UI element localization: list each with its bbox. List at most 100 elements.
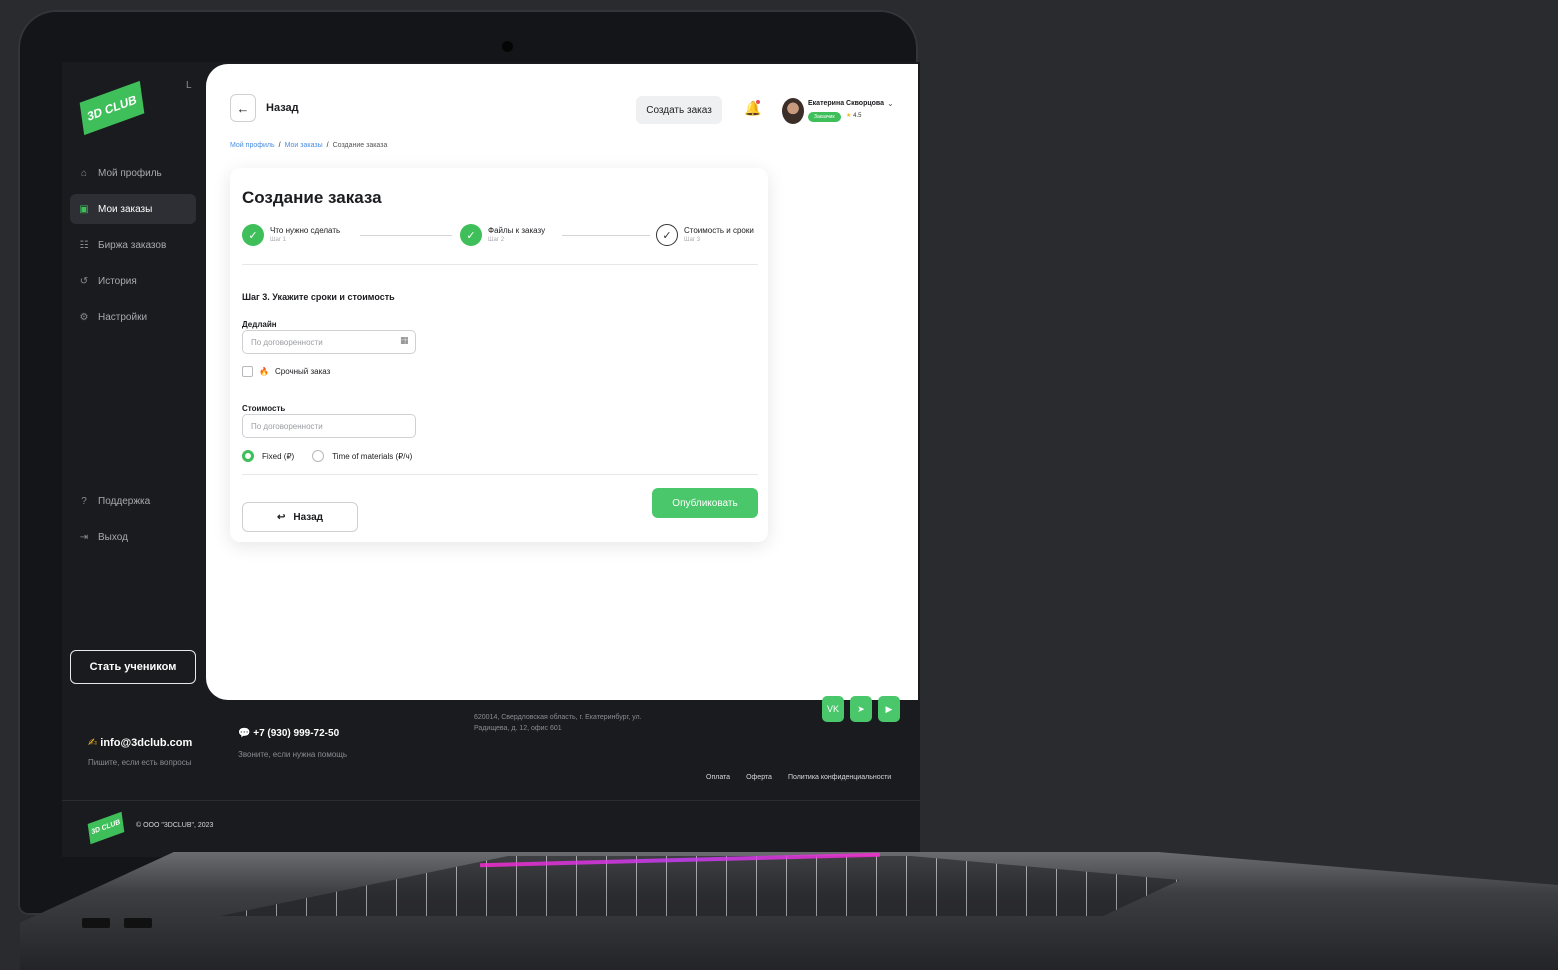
step-connector xyxy=(562,235,650,236)
telegram-icon[interactable]: ➤ xyxy=(850,696,872,722)
deadline-input[interactable] xyxy=(242,330,416,354)
sidebar-item-label: Настройки xyxy=(98,311,148,323)
footer-phone[interactable]: 💬 +7 (930) 999-72-50 xyxy=(238,728,339,739)
time-materials-label[interactable]: Time of materials (₽/ч) xyxy=(332,452,412,461)
avatar[interactable] xyxy=(782,98,804,124)
divider xyxy=(242,474,758,475)
time-materials-radio[interactable] xyxy=(312,450,325,462)
sidebar: 3D CLUB L ⌂ Мой профиль ▣ Мои заказы ☷ Б… xyxy=(62,62,202,702)
history-icon: ↺ xyxy=(79,275,89,287)
logo[interactable]: 3D CLUB xyxy=(79,80,145,136)
urgent-checkbox[interactable] xyxy=(242,366,253,377)
sidebar-item-logout[interactable]: ⇥ Выход xyxy=(70,522,196,552)
step-1: ✓ Что нужно сделать Шаг 1 xyxy=(242,224,340,246)
breadcrumb-item-orders[interactable]: Мои заказы xyxy=(285,142,323,149)
sidebar-item-label: Мой профиль xyxy=(98,167,162,179)
footer-link-offer[interactable]: Оферта xyxy=(746,774,772,781)
cost-input[interactable] xyxy=(242,414,416,438)
rating-value: 4.5 xyxy=(853,113,862,119)
sidebar-item-orders[interactable]: ▣ Мои заказы xyxy=(70,194,196,224)
hand-icon: ✍ xyxy=(88,737,98,749)
vk-icon[interactable]: VK xyxy=(822,696,844,722)
calendar-icon[interactable]: ▦ xyxy=(400,335,409,346)
home-icon: ⌂ xyxy=(80,167,88,179)
order-form-card: Создание заказа ✓ Что нужно сделать Шаг … xyxy=(230,168,768,542)
page-title: Создание заказа xyxy=(242,188,382,207)
exchange-icon: ☷ xyxy=(79,239,89,251)
laptop-lid: 3D CLUB L ⌂ Мой профиль ▣ Мои заказы ☷ Б… xyxy=(18,10,920,915)
sidebar-item-label: Биржа заказов xyxy=(98,239,167,251)
sidebar-item-exchange[interactable]: ☷ Биржа заказов xyxy=(70,230,196,260)
usb-port xyxy=(82,918,110,928)
user-name[interactable]: Екатерина Скворцова xyxy=(808,100,884,107)
footer-email-sub: Пишите, если есть вопросы xyxy=(88,758,192,767)
step-label: Что нужно сделать xyxy=(270,226,341,235)
orders-icon: ▣ xyxy=(79,203,89,215)
return-arrow-icon: ↩ xyxy=(276,511,286,523)
sidebar-item-profile[interactable]: ⌂ Мой профиль xyxy=(70,158,196,188)
publish-button[interactable]: Опубликовать xyxy=(652,488,758,518)
sidebar-item-label: История xyxy=(98,275,137,287)
chevron-down-icon[interactable]: ⌄ xyxy=(887,99,894,108)
footer-email-text[interactable]: info@3dclub.com xyxy=(100,737,192,749)
sidebar-item-label: Поддержка xyxy=(98,495,151,507)
header-back-label: Назад xyxy=(266,102,299,114)
footer-link-payment[interactable]: Оплата xyxy=(706,774,730,781)
footer-link-privacy[interactable]: Политика конфиденциальности xyxy=(788,774,891,781)
back-button-label: Назад xyxy=(293,511,324,523)
arrow-left-icon[interactable]: ← xyxy=(230,94,256,122)
star-icon: ★ xyxy=(846,113,852,119)
notification-dot xyxy=(756,100,760,104)
create-order-button[interactable]: Создать заказ xyxy=(636,96,722,124)
breadcrumb-item-current: Создание заказа xyxy=(332,142,388,149)
step-label: Стоимость и сроки xyxy=(684,226,754,235)
support-icon: ? xyxy=(81,495,87,507)
sidebar-item-label: Мои заказы xyxy=(98,203,153,215)
check-icon: ✓ xyxy=(242,224,264,246)
collapse-sidebar-icon[interactable]: L xyxy=(186,80,192,91)
header-back-link[interactable]: ← Назад xyxy=(230,94,299,122)
pricing-options: Fixed (₽) Time of materials (₽/ч) xyxy=(242,450,422,462)
fire-icon: 🔥 xyxy=(259,367,269,376)
sidebar-item-settings[interactable]: ⚙ Настройки xyxy=(70,302,196,332)
main-content: ← Назад Создать заказ 🔔 Екатерина Скворц… xyxy=(206,64,918,700)
urgent-label: Срочный заказ xyxy=(274,367,331,376)
screen: 3D CLUB L ⌂ Мой профиль ▣ Мои заказы ☷ Б… xyxy=(62,62,920,857)
become-student-button[interactable]: Стать учеником xyxy=(70,650,196,684)
step-2: ✓ Файлы к заказу Шаг 2 xyxy=(460,224,545,246)
sidebar-item-support[interactable]: ? Поддержка xyxy=(70,486,196,516)
footer-logo[interactable]: 3D CLUB xyxy=(87,811,125,845)
role-badge: Заказчик xyxy=(808,112,841,122)
step-label: Файлы к заказу xyxy=(488,226,546,235)
youtube-icon[interactable]: ▶ xyxy=(878,696,900,722)
social-links: VK ➤ ▶ xyxy=(822,696,900,722)
sidebar-item-label: Выход xyxy=(98,531,128,543)
camera xyxy=(502,41,513,52)
breadcrumb-separator: / xyxy=(278,142,281,149)
urgent-order-row[interactable]: 🔥 Срочный заказ xyxy=(242,366,330,377)
cost-label: Стоимость xyxy=(242,404,286,413)
step-sub: Шаг 3 xyxy=(684,237,701,243)
breadcrumb: Мой профиль / Мои заказы / Создание заказа xyxy=(230,142,387,149)
footer-email[interactable]: ✍ info@3dclub.com xyxy=(88,736,192,749)
chat-icon: 💬 xyxy=(238,728,251,739)
check-icon: ✓ xyxy=(460,224,482,246)
footer-copyright: © ООО "3DCLUB", 2023 xyxy=(136,822,214,829)
deadline-label: Дедлайн xyxy=(242,320,277,329)
check-outline-icon: ✓ xyxy=(656,224,678,246)
settings-icon: ⚙ xyxy=(79,311,89,323)
footer-phone-text[interactable]: +7 (930) 999-72-50 xyxy=(253,728,339,739)
sidebar-item-history[interactable]: ↺ История xyxy=(70,266,196,296)
section-title: Шаг 3. Укажите сроки и стоимость xyxy=(242,292,395,302)
fixed-radio[interactable] xyxy=(242,450,254,462)
footer-links: Оплата Оферта Политика конфиденциальност… xyxy=(706,774,891,781)
step-sub: Шаг 1 xyxy=(270,237,287,243)
usb-port xyxy=(124,918,152,928)
footer-address: 620014, Свердловская область, г. Екатери… xyxy=(474,714,642,732)
breadcrumb-separator: / xyxy=(326,142,329,149)
logout-icon: ⇥ xyxy=(79,531,89,543)
user-rating: ★ 4.5 xyxy=(846,112,861,119)
breadcrumb-item-profile[interactable]: Мой профиль xyxy=(230,142,275,149)
back-button[interactable]: ↩ Назад xyxy=(242,502,358,532)
fixed-label[interactable]: Fixed (₽) xyxy=(262,452,294,461)
